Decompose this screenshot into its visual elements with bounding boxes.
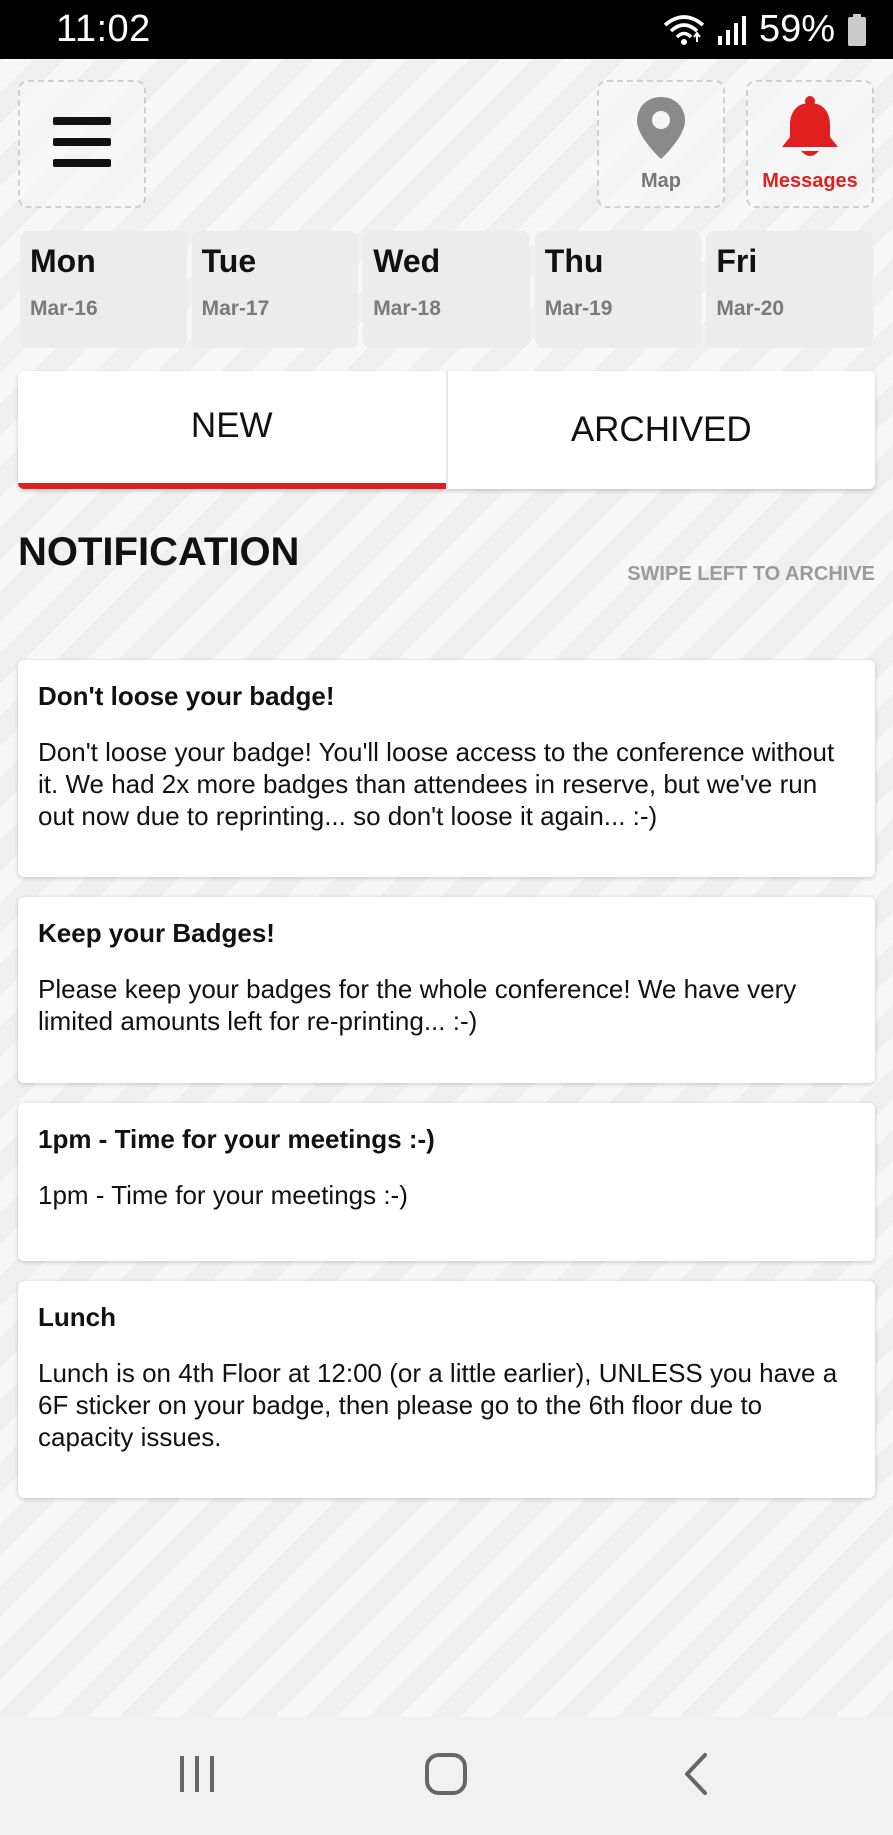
day-fri[interactable]: Fri Mar-20 (706, 231, 873, 348)
day-tue[interactable]: Tue Mar-17 (191, 231, 359, 348)
day-wed[interactable]: Wed Mar-18 (363, 231, 530, 348)
notification-body: 1pm - Time for your meetings :-) (38, 1179, 408, 1210)
recent-apps-button[interactable] (137, 1717, 257, 1835)
day-name: Wed (373, 243, 441, 279)
tab-new-label: NEW (190, 406, 273, 445)
day-thu[interactable]: Thu Mar-19 (534, 231, 702, 348)
tab-archived[interactable]: ARCHIVED (445, 371, 876, 489)
day-name: Thu (544, 243, 604, 279)
notification-body: Don't loose your badge! You'll loose acc… (38, 736, 835, 831)
battery-icon (847, 13, 867, 47)
map-pin-icon (634, 95, 688, 166)
status-time: 11:02 (56, 8, 151, 50)
map-button[interactable]: Map (597, 80, 725, 208)
bell-icon (779, 95, 841, 166)
back-icon (681, 1752, 711, 1801)
day-date: Mar-16 (30, 296, 98, 320)
home-button[interactable] (386, 1717, 506, 1835)
back-button[interactable] (636, 1717, 756, 1835)
notification-title: 1pm - Time for your meetings :-) (38, 1124, 435, 1154)
map-label: Map (641, 170, 681, 192)
recent-apps-icon (177, 1754, 217, 1799)
day-date: Mar-18 (373, 296, 441, 320)
notification-tabs: NEW ARCHIVED (18, 371, 875, 489)
day-mon[interactable]: Mon Mar-16 (20, 231, 187, 348)
day-name: Fri (716, 243, 758, 279)
notification-title: Keep your Badges! (38, 918, 275, 948)
tab-archived-label: ARCHIVED (570, 410, 752, 449)
day-date: Mar-19 (544, 296, 613, 320)
notification-body: Please keep your badges for the whole co… (38, 973, 797, 1036)
notification-body: Lunch is on 4th Floor at 12:00 (or a lit… (38, 1357, 838, 1452)
status-icons: 59% (663, 8, 867, 51)
notification-list: Don't loose your badge! Don't loose your… (18, 660, 875, 1518)
section-title: NOTIFICATION (18, 530, 300, 574)
menu-button[interactable] (18, 80, 146, 208)
notification-title: Lunch (38, 1302, 116, 1332)
swipe-hint: SWIPE LEFT TO ARCHIVE (627, 563, 875, 585)
day-name: Tue (201, 243, 257, 279)
day-date: Mar-17 (201, 296, 270, 320)
tab-new[interactable]: NEW (18, 371, 446, 489)
notification-card[interactable]: Lunch Lunch is on 4th Floor at 12:00 (or… (18, 1281, 875, 1498)
day-name: Mon (30, 243, 96, 279)
wifi-icon (663, 13, 705, 47)
day-date: Mar-20 (716, 296, 785, 320)
hamburger-menu-icon (51, 115, 113, 174)
home-icon (424, 1752, 468, 1801)
messages-label: Messages (762, 170, 858, 192)
status-bar: 11:02 59% (0, 0, 893, 59)
signal-icon (717, 14, 747, 46)
notification-card[interactable]: Don't loose your badge! Don't loose your… (18, 660, 875, 877)
day-selector: Mon Mar-16 Tue Mar-17 Wed Mar-18 Thu Mar… (20, 231, 873, 348)
battery-percent: 59% (758, 8, 835, 50)
system-nav-bar (0, 1717, 893, 1835)
messages-button[interactable]: Messages (746, 80, 874, 208)
notification-card[interactable]: 1pm - Time for your meetings :-) 1pm - T… (18, 1103, 875, 1261)
notification-title: Don't loose your badge! (38, 681, 335, 711)
notification-card[interactable]: Keep your Badges! Please keep your badge… (18, 897, 875, 1083)
